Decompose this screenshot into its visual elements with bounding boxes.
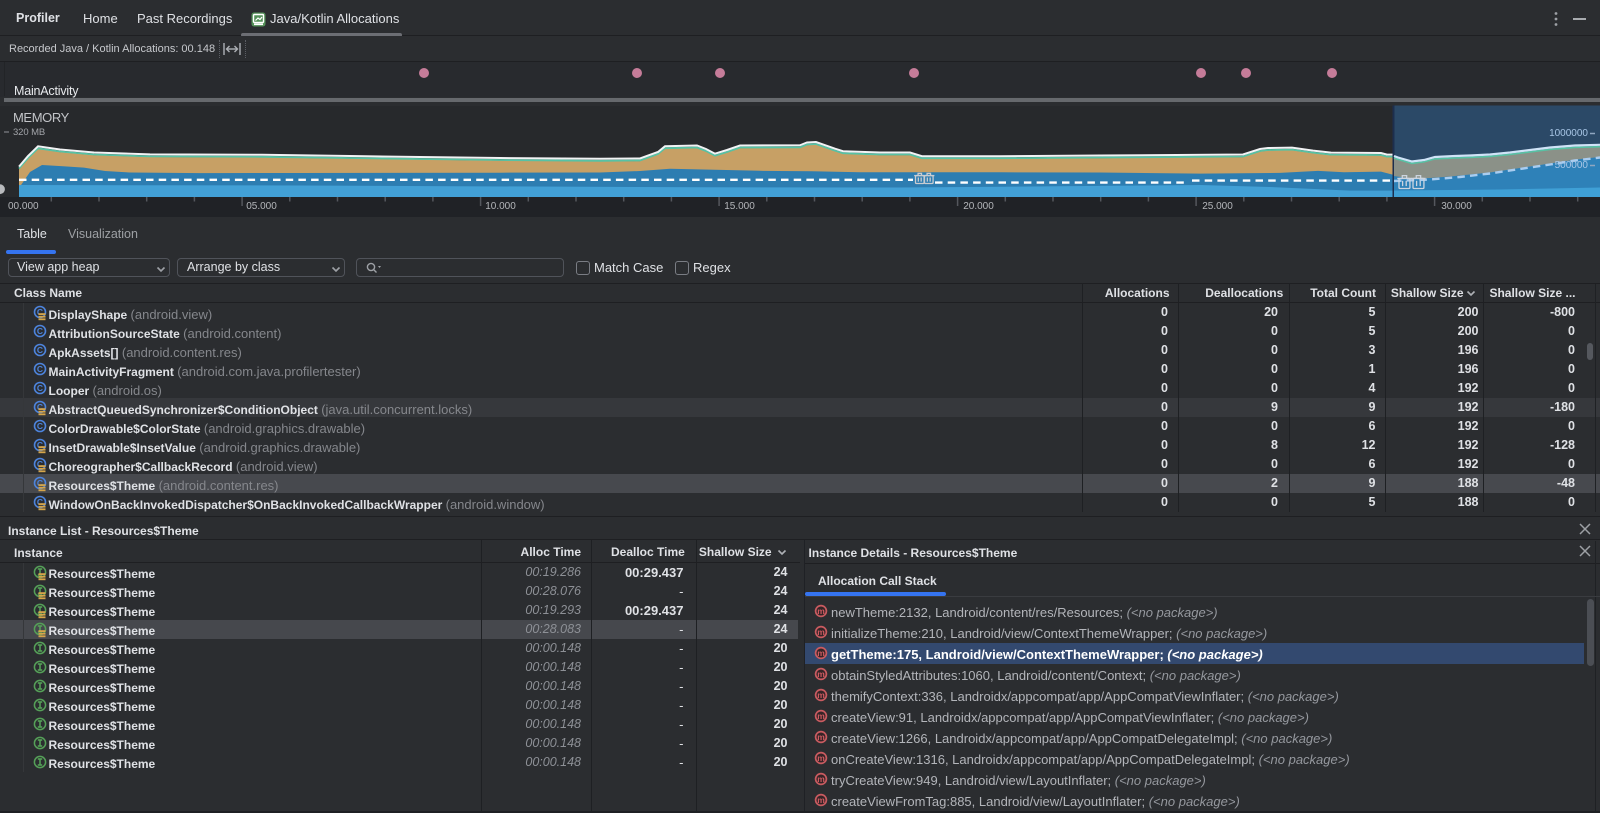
svg-text:m: m [817,774,825,784]
svg-text:C: C [36,345,42,355]
svg-text:m: m [817,711,825,721]
svg-text:C: C [36,478,42,488]
svg-text:C: C [36,307,42,317]
svg-text:m: m [817,690,825,700]
svg-text:C: C [36,497,42,507]
svg-text:C: C [36,364,42,374]
svg-text:C: C [36,421,42,431]
svg-text:C: C [36,326,42,336]
svg-text:C: C [36,402,42,412]
svg-text:m: m [817,732,825,742]
svg-text:m: m [817,753,825,763]
svg-text:m: m [817,606,825,616]
svg-text:C: C [36,383,42,393]
svg-text:C: C [36,440,42,450]
svg-text:C: C [36,459,42,469]
svg-text:m: m [817,795,825,805]
svg-text:m: m [817,648,825,658]
svg-text:m: m [817,669,825,679]
svg-text:m: m [817,627,825,637]
